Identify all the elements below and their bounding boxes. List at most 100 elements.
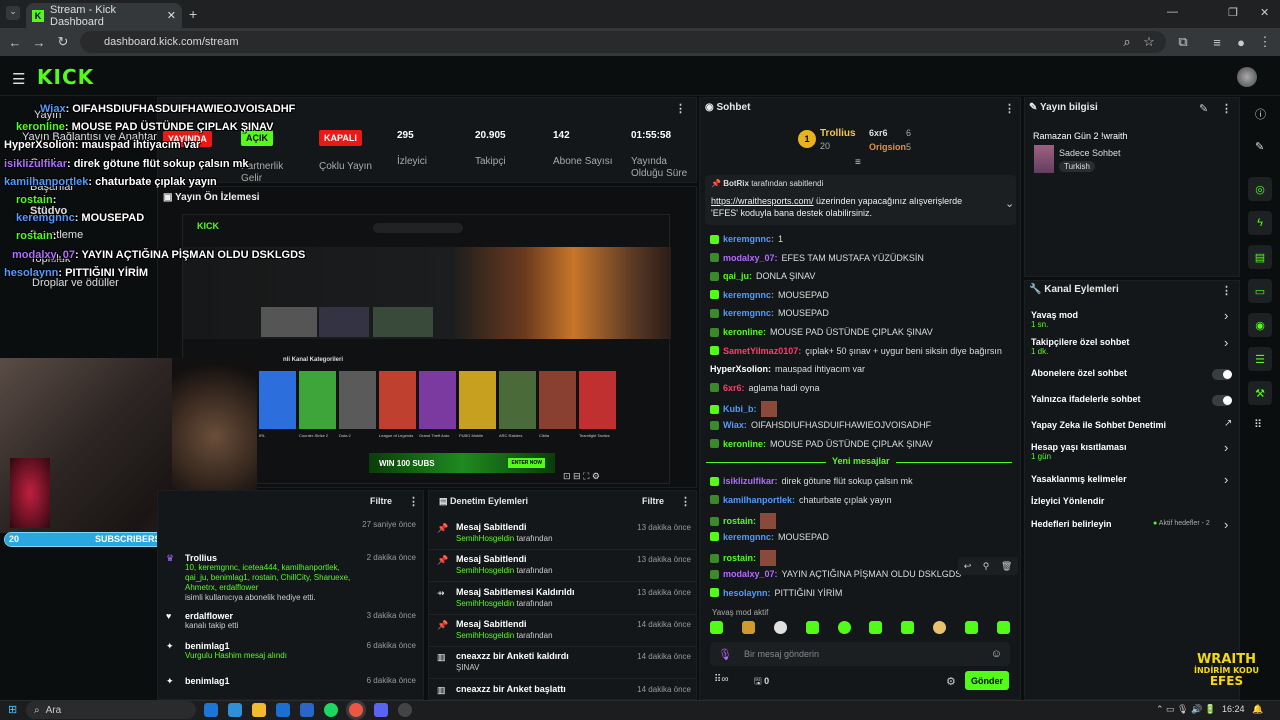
sidebar-item-drops[interactable]: Droplar ve ödüller — [32, 277, 119, 289]
hamburger-menu-icon[interactable]: ☰ — [12, 70, 25, 88]
leaderboard-first-name[interactable]: Trollius — [820, 128, 856, 139]
moderation-menu-icon[interactable]: ⋮ — [680, 495, 691, 508]
browser-tab[interactable]: K Stream - Kick Dashboard ✕ — [26, 3, 182, 28]
chat-username[interactable]: Kubi_b: — [723, 404, 757, 414]
taskbar-search[interactable]: ⌕ Ara — [26, 701, 196, 719]
chat-menu-icon[interactable]: ⋮ — [1004, 102, 1015, 115]
chat-username[interactable]: keronline: — [723, 439, 766, 449]
channel-action-item[interactable]: Abonelere özel sohbet — [1031, 368, 1127, 378]
share-icon[interactable]: ⠿ — [1254, 418, 1262, 431]
chevron-right-icon[interactable]: › — [1224, 335, 1228, 350]
forward-icon[interactable]: → — [30, 33, 48, 51]
profile-icon[interactable]: ● — [1232, 33, 1250, 51]
new-tab-icon[interactable]: + — [189, 6, 197, 22]
chat-username[interactable]: isiklizulfikar: — [723, 476, 778, 486]
close-window-icon[interactable]: ✕ — [1260, 6, 1269, 19]
chat-username[interactable]: keremgnnc: — [723, 290, 774, 300]
chat-username[interactable]: keremgnnc: — [723, 308, 774, 318]
collapse-leaderboard-icon[interactable]: ≡ — [855, 157, 861, 168]
stats-menu-icon[interactable]: ⋮ — [675, 102, 686, 115]
minimize-icon[interactable]: — — [1167, 6, 1178, 18]
channel-action-item[interactable]: Yasaklanmış kelimeler — [1031, 474, 1127, 484]
dots-icon[interactable]: ⠿∞ — [714, 674, 728, 685]
zoom-icon[interactable]: ⌕ — [1118, 33, 1136, 51]
taskbar-app-icon[interactable] — [276, 703, 290, 717]
document-icon[interactable]: ▤ — [1248, 245, 1272, 269]
chat-gear-icon[interactable]: ⚙ — [946, 675, 956, 688]
channel-action-toggle[interactable] — [1212, 395, 1232, 406]
notification-icon[interactable]: 🔔 — [1252, 704, 1263, 715]
tray-icons[interactable]: ⌃ ▭ 🎙 🔊 🔋 — [1156, 704, 1216, 715]
chat-username[interactable]: Wiax: — [723, 420, 747, 430]
message-actions[interactable]: ↩ ⚲ 🗑 — [958, 557, 1018, 575]
discord-icon[interactable] — [374, 703, 388, 717]
emote-icon[interactable] — [773, 621, 787, 634]
chat-username[interactable]: qai_ju: — [723, 271, 752, 281]
restore-icon[interactable]: ❐ — [1228, 6, 1238, 19]
expand-pinned-icon[interactable]: ⌄ — [1005, 197, 1014, 210]
channel-action-item[interactable]: Hedefleri belirleyin — [1031, 519, 1112, 529]
chevron-right-icon[interactable]: › — [1224, 440, 1228, 455]
events-filter-button[interactable]: Filtre — [370, 496, 392, 506]
taskbar-app-icon[interactable] — [204, 703, 218, 717]
pin-message-icon[interactable]: ⚲ — [983, 561, 990, 572]
chat-username[interactable]: modalxy_07: — [723, 253, 778, 263]
back-icon[interactable]: ← — [6, 33, 24, 51]
url-field[interactable]: dashboard.kick.com/stream — [80, 31, 1166, 53]
channel-action-item[interactable]: Yalnızca ifadelerle sohbet — [1031, 394, 1141, 404]
taskbar-app-icon[interactable] — [228, 703, 242, 717]
edit-stream-info-icon[interactable]: ✎ — [1199, 102, 1208, 115]
reply-icon[interactable]: ↩ — [964, 561, 972, 572]
player-controls[interactable]: ⊡ ⊟ ⛶ ⚙ — [563, 471, 600, 482]
mic-icon[interactable]: 🎙 — [718, 648, 732, 661]
chrome-icon[interactable] — [349, 703, 363, 717]
channel-action-item[interactable]: Yapay Zeka ile Sohbet Denetimi — [1031, 420, 1166, 430]
chat-username[interactable]: 6xr6: — [723, 383, 745, 393]
stream-info-menu-icon[interactable]: ⋮ — [1221, 102, 1232, 115]
emote-icon[interactable] — [996, 621, 1010, 634]
chat-username[interactable]: rostain: — [723, 553, 756, 563]
chat-username[interactable]: keremgnnc: — [723, 234, 774, 244]
chat-settings-icons[interactable]: ⠿∞ — [714, 674, 728, 685]
reload-icon[interactable]: ↻ — [54, 33, 72, 51]
tab-list-icon[interactable]: ⌄ — [6, 6, 20, 20]
emote-icon[interactable] — [837, 621, 851, 634]
info-icon[interactable]: ⓘ — [1255, 106, 1266, 122]
emoji-icon[interactable]: ☺ — [991, 648, 1002, 660]
chat-username[interactable]: keremgnnc: — [723, 532, 774, 542]
kick-logo[interactable]: KICK — [37, 65, 94, 89]
media-icon[interactable]: ≡ — [1208, 33, 1226, 51]
chevron-right-icon[interactable]: › — [1224, 472, 1228, 487]
extensions-icon[interactable]: ⧉ — [1174, 33, 1192, 51]
chat-username[interactable]: hesolaynn: — [723, 588, 771, 598]
emote-icon[interactable] — [965, 621, 978, 634]
emote-icon[interactable] — [741, 621, 755, 634]
chat-username[interactable]: HyperXsolion: — [710, 364, 771, 374]
taskbar-app-icon[interactable] — [252, 703, 266, 717]
target-icon[interactable]: ◎ — [1248, 177, 1272, 201]
leaderboard-second-name[interactable]: 6xr6 — [869, 128, 888, 138]
stream-tag[interactable]: Turkish — [1059, 161, 1095, 172]
external-link-icon[interactable]: ↗ — [1224, 418, 1232, 429]
user-avatar[interactable] — [1237, 67, 1257, 87]
emote-icon[interactable] — [805, 621, 819, 634]
emote-icon[interactable] — [933, 621, 947, 634]
channel-actions-menu-icon[interactable]: ⋮ — [1221, 284, 1232, 297]
chat-username[interactable]: keronline: — [723, 327, 766, 337]
delete-icon[interactable]: 🗑 — [1001, 561, 1012, 572]
windows-start-icon[interactable]: ⊞ — [8, 703, 17, 716]
channel-action-toggle[interactable] — [1212, 369, 1232, 380]
emote-bar[interactable] — [710, 621, 1010, 637]
emote-icon[interactable] — [710, 621, 723, 634]
spotify-icon[interactable] — [324, 703, 338, 717]
chevron-right-icon[interactable]: › — [1224, 308, 1228, 323]
chat-input[interactable]: 🎙 Bir mesaj gönderin ☺ — [710, 642, 1010, 666]
emote-icon[interactable] — [869, 621, 883, 634]
pencil-icon[interactable]: ✎ — [1255, 140, 1264, 153]
browser-menu-icon[interactable]: ⋮ — [1256, 33, 1274, 51]
bookmark-star-icon[interactable]: ☆ — [1140, 33, 1158, 51]
server-icon[interactable]: ☰ — [1248, 347, 1272, 371]
pinned-link[interactable]: https://wraithesports.com/ — [711, 196, 814, 206]
send-button[interactable]: Gönder — [965, 671, 1009, 690]
tools-icon[interactable]: ⚒ — [1248, 381, 1272, 405]
